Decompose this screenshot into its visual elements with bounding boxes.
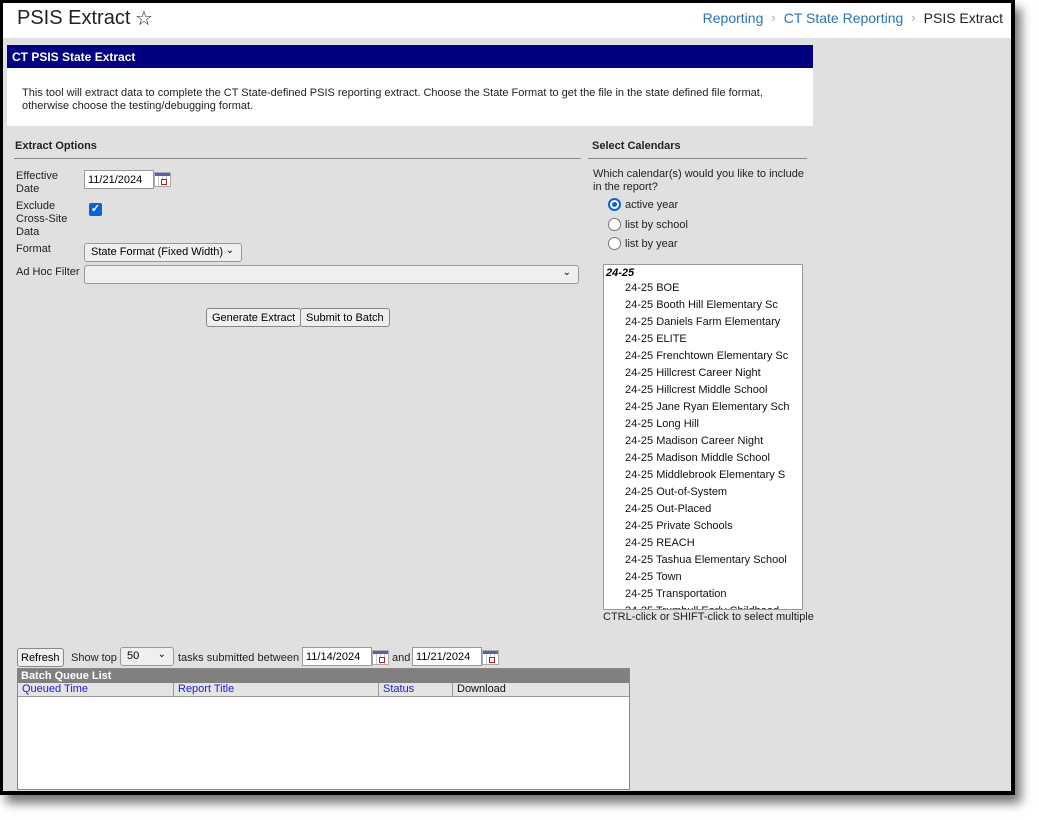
calendar-icon[interactable] xyxy=(372,650,389,665)
calendar-option[interactable]: 24-25 Hillcrest Career Night xyxy=(604,365,802,382)
page-title: PSIS Extract xyxy=(17,7,131,29)
question-line: Which calendar(s) would you like to incl… xyxy=(593,168,804,180)
effective-date-input[interactable] xyxy=(84,170,154,189)
calendar-option[interactable]: 24-25 Middlebrook Elementary S xyxy=(604,467,802,484)
label-line: Date xyxy=(16,183,40,195)
calendar-option[interactable]: 24-25 REACH xyxy=(604,535,802,552)
label-line: Data xyxy=(16,226,40,238)
breadcrumb-current: PSIS Extract xyxy=(923,10,1003,26)
batch-end-date-input[interactable] xyxy=(412,647,482,666)
calendar-option[interactable]: 24-25 Booth Hill Elementary Sc xyxy=(604,297,802,314)
breadcrumb: Reporting › CT State Reporting › PSIS Ex… xyxy=(703,10,1003,26)
multi-select-hint: CTRL-click or SHIFT-click to select mult… xyxy=(603,611,814,623)
select-calendars-title: Select Calendars xyxy=(592,140,681,152)
show-top-label: Show top xyxy=(71,652,117,664)
radio-label: active year xyxy=(625,198,679,211)
extract-options-divider xyxy=(14,158,581,159)
calendar-option[interactable]: 24-25 Trumbull Early Childhood xyxy=(604,603,802,609)
chevron-down-icon: ⌄ xyxy=(157,649,166,660)
chevron-down-icon: ⌄ xyxy=(225,245,234,256)
radio-unchecked-icon xyxy=(608,218,621,231)
exclude-cross-site-checkbox[interactable]: ✓ xyxy=(89,203,102,216)
show-top-select[interactable]: 50 ⌄ xyxy=(120,647,174,666)
panel-header: CT PSIS State Extract xyxy=(7,45,813,68)
radio-label: list by year xyxy=(625,237,678,250)
calendar-option[interactable]: 24-25 BOE xyxy=(604,280,802,297)
extract-options-title: Extract Options xyxy=(15,140,97,152)
calendar-group-label: 24-25 xyxy=(606,267,635,279)
radio-active-year[interactable]: active year xyxy=(608,198,678,211)
refresh-button[interactable]: Refresh xyxy=(17,648,64,667)
column-queued-time[interactable]: Queued Time xyxy=(18,683,174,696)
calendar-question: Which calendar(s) would you like to incl… xyxy=(593,168,804,194)
radio-label: list by school xyxy=(625,218,688,231)
radio-list-by-school[interactable]: list by school xyxy=(608,218,688,231)
description-line-2: otherwise choose the testing/debugging f… xyxy=(22,100,254,112)
calendar-icon[interactable] xyxy=(154,172,171,187)
calendar-option[interactable]: 24-25 Private Schools xyxy=(604,518,802,535)
format-select[interactable]: State Format (Fixed Width) ⌄ xyxy=(84,243,242,262)
calendar-option[interactable]: 24-25 Out-Placed xyxy=(604,501,802,518)
chevron-right-icon: › xyxy=(771,10,776,25)
calendar-option[interactable]: 24-25 Madison Middle School xyxy=(604,450,802,467)
select-calendars-divider xyxy=(588,158,807,159)
calendar-option[interactable]: 24-25 Town xyxy=(604,569,802,586)
calendar-listbox[interactable]: 24-25 24-25 BOE 24-25 Booth Hill Elementa… xyxy=(603,264,803,610)
generate-extract-button[interactable]: Generate Extract xyxy=(206,308,302,327)
show-top-value: 50 xyxy=(127,650,140,662)
calendar-option[interactable]: 24-25 Out-of-System xyxy=(604,484,802,501)
exclude-cross-site-label: Exclude Cross-Site Data xyxy=(16,200,67,239)
calendar-option[interactable]: 24-25 Daniels Farm Elementary xyxy=(604,314,802,331)
calendar-option[interactable]: 24-25 Jane Ryan Elementary Sch xyxy=(604,399,802,416)
radio-checked-icon xyxy=(608,198,621,211)
calendar-option[interactable]: 24-25 Hillcrest Middle School xyxy=(604,382,802,399)
batch-queue-title: Batch Queue List xyxy=(18,669,629,683)
breadcrumb-reporting[interactable]: Reporting xyxy=(703,10,764,26)
column-status[interactable]: Status xyxy=(379,683,453,696)
calendar-option[interactable]: 24-25 Madison Career Night xyxy=(604,433,802,450)
chevron-right-icon: › xyxy=(911,10,916,25)
batch-queue-header: Queued Time Report Title Status Download xyxy=(18,683,629,697)
label-line: Exclude xyxy=(16,200,56,212)
chevron-down-icon: ⌄ xyxy=(562,267,571,278)
star-icon[interactable]: ☆ xyxy=(135,6,153,31)
and-label: and xyxy=(392,652,411,664)
effective-date-label: Effective Date xyxy=(16,170,58,196)
calendar-options: 24-25 BOE 24-25 Booth Hill Elementary Sc 2… xyxy=(604,280,802,609)
radio-list-by-year[interactable]: list by year xyxy=(608,237,678,250)
ad-hoc-filter-label: Ad Hoc Filter xyxy=(16,266,80,278)
question-line: in the report? xyxy=(593,181,658,193)
calendar-option[interactable]: 24-25 Tashua Elementary School xyxy=(604,552,802,569)
format-label: Format xyxy=(16,243,51,255)
app-window: PSIS Extract ☆ Reporting › CT State Repo… xyxy=(0,0,1015,795)
format-select-value: State Format (Fixed Width) xyxy=(91,246,224,258)
calendar-option[interactable]: 24-25 ELITE xyxy=(604,331,802,348)
label-line: Effective xyxy=(16,170,58,182)
panel-description: This tool will extract data to complete … xyxy=(7,68,813,126)
batch-start-date-input[interactable] xyxy=(302,647,372,666)
top-bar: PSIS Extract ☆ Reporting › CT State Repo… xyxy=(3,3,1011,38)
radio-unchecked-icon xyxy=(608,237,621,250)
calendar-icon[interactable] xyxy=(482,650,499,665)
label-line: Cross-Site xyxy=(16,213,68,225)
calendar-option[interactable]: 24-25 Transportation xyxy=(604,586,802,603)
calendar-option[interactable]: 24-25 Long Hill xyxy=(604,416,802,433)
ad-hoc-filter-select[interactable]: ⌄ xyxy=(84,265,579,284)
tasks-label: tasks submitted between xyxy=(178,652,300,664)
column-report-title[interactable]: Report Title xyxy=(174,683,379,696)
column-download: Download xyxy=(457,683,506,695)
description-line-1: This tool will extract data to complete … xyxy=(22,87,763,99)
batch-queue-table: Batch Queue List Queued Time Report Titl… xyxy=(17,668,630,790)
calendar-option[interactable]: 24-25 Frenchtown Elementary Sc xyxy=(604,348,802,365)
breadcrumb-ct-state-reporting[interactable]: CT State Reporting xyxy=(784,10,904,26)
submit-to-batch-button[interactable]: Submit to Batch xyxy=(300,308,390,327)
